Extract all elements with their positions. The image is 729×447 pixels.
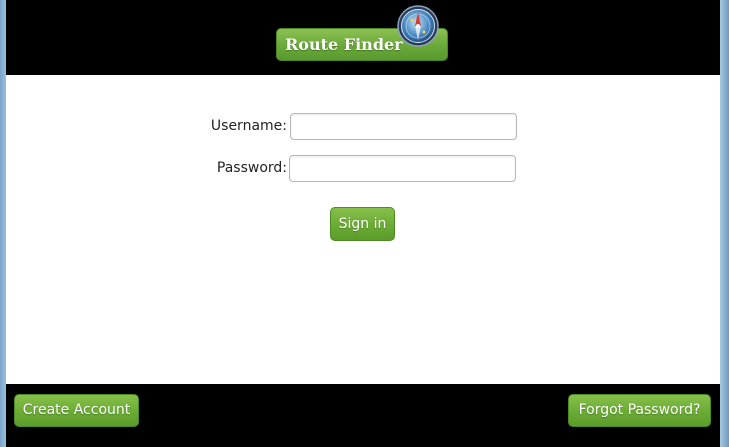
password-row: Password: (6, 155, 720, 183)
username-row: Username: (6, 113, 720, 141)
username-label: Username: (210, 118, 287, 134)
header-bar: Route Finder (6, 0, 720, 75)
window-border-right (720, 0, 729, 447)
footer-bar: Create Account Forgot Password? (6, 384, 720, 447)
brand-label: Route Finder (285, 35, 403, 54)
username-input[interactable] (290, 113, 517, 140)
password-input[interactable] (289, 155, 516, 182)
create-account-button[interactable]: Create Account (14, 394, 139, 427)
sign-in-button[interactable]: Sign in (330, 207, 395, 241)
compass-icon (397, 5, 439, 47)
password-label: Password: (216, 160, 287, 176)
forgot-password-button[interactable]: Forgot Password? (568, 394, 711, 427)
app-container: Route Finder Username: Password: Sign in… (6, 0, 720, 447)
